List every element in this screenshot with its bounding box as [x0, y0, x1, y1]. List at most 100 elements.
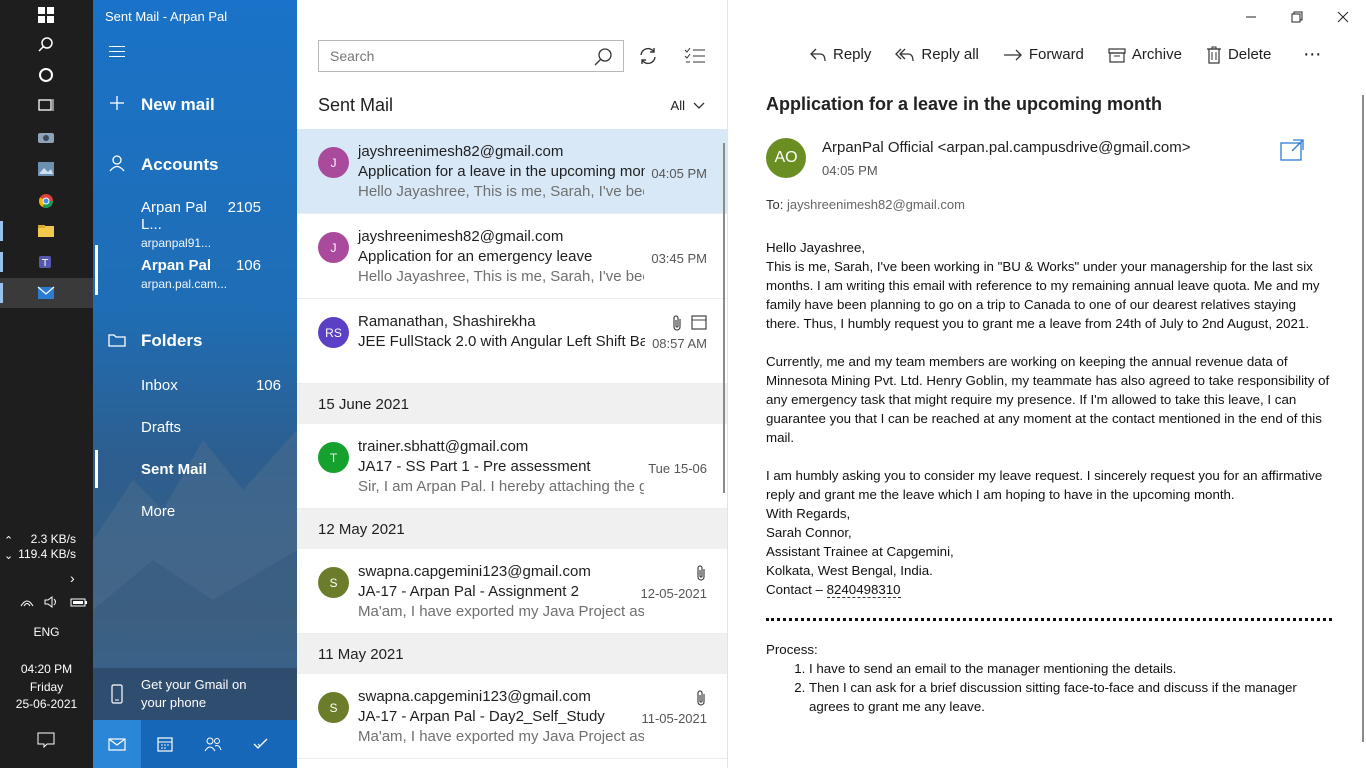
folder-sent-mail[interactable]: Sent Mail — [141, 461, 281, 478]
windows-start-icon[interactable] — [30, 3, 62, 27]
close-icon[interactable] — [1333, 8, 1353, 26]
volume-icon[interactable] — [44, 596, 60, 608]
folder-name: Sent Mail — [141, 461, 207, 478]
sender-avatar: RS — [318, 317, 349, 348]
accounts-button[interactable]: Accounts — [93, 152, 297, 178]
reading-pane-scrollbar[interactable] — [1362, 95, 1364, 742]
mail-app-icon[interactable] — [30, 281, 62, 305]
attachment-icon — [697, 690, 705, 706]
reading-pane: Reply Reply all Forward Archive Delete ⋯… — [729, 0, 1366, 768]
folder-title: Sent Mail — [318, 95, 394, 115]
message-time: 04:05 PM — [651, 166, 707, 181]
folders-label: Folders — [141, 331, 203, 350]
recipient-email[interactable]: jayshreenimesh82@gmail.com — [787, 197, 965, 212]
message-flags — [671, 314, 707, 332]
message-list-scrollbar[interactable] — [723, 143, 725, 493]
forward-label: Forward — [1028, 46, 1084, 63]
notification-center-icon[interactable] — [30, 728, 62, 752]
attachment-icon — [697, 565, 705, 581]
delete-button[interactable]: Delete — [1206, 44, 1271, 65]
todo-icon[interactable] — [237, 720, 285, 768]
show-hidden-icons-chevron-icon[interactable]: › — [70, 570, 75, 586]
open-in-new-window-icon[interactable] — [1279, 138, 1305, 162]
account-item-2[interactable]: Arpan Pal 106 arpan.pal.cam... — [141, 257, 291, 291]
sender-avatar: S — [318, 692, 349, 723]
message-row[interactable]: J jayshreenimesh82@gmail.com Application… — [297, 214, 727, 299]
minimize-icon[interactable] — [1241, 8, 1261, 26]
chevron-down-icon: ⌄ — [4, 550, 14, 562]
sender-avatar: T — [318, 442, 349, 473]
person-icon — [93, 154, 141, 177]
folder-drafts[interactable]: Drafts — [141, 419, 281, 436]
mail-icon[interactable] — [93, 720, 141, 768]
archive-icon — [1108, 47, 1126, 63]
message-sender: trainer.sbhatt@gmail.com — [358, 438, 529, 455]
archive-button[interactable]: Archive — [1108, 44, 1182, 65]
signature-line: Assistant Trainee at Capgemini, — [766, 544, 954, 559]
selection-mode-icon[interactable] — [684, 45, 706, 67]
folder-more[interactable]: More — [141, 503, 281, 520]
dotted-divider — [766, 618, 1332, 621]
plus-icon — [93, 95, 141, 116]
cortana-icon[interactable] — [30, 63, 62, 87]
hamburger-menu-icon[interactable] — [109, 46, 125, 60]
folder-inbox[interactable]: Inbox 106 — [141, 377, 281, 394]
message-row[interactable]: J jayshreenimesh82@gmail.com Application… — [297, 129, 727, 214]
chrome-icon[interactable] — [30, 189, 62, 213]
forward-button[interactable]: Forward — [1003, 44, 1084, 65]
reply-button[interactable]: Reply — [809, 44, 871, 65]
get-gmail-on-phone-promo[interactable]: Get your Gmail on your phone — [93, 668, 297, 720]
message-flags — [695, 564, 707, 582]
clock-date[interactable]: 25-06-2021 — [0, 697, 93, 712]
message-preview: Ma'am, I have exported my Java Project a… — [358, 728, 644, 745]
accounts-label: Accounts — [141, 155, 219, 174]
clock-time[interactable]: 04:20 PM — [0, 662, 93, 677]
search-icon[interactable] — [593, 47, 613, 67]
camera-icon[interactable] — [30, 125, 62, 149]
message-row[interactable]: S swapna.capgemini123@gmail.com JA-17 - … — [297, 674, 727, 759]
reply-all-button[interactable]: Reply all — [895, 44, 979, 65]
file-explorer-icon[interactable] — [30, 219, 62, 243]
message-row[interactable]: T trainer.sbhatt@gmail.com JA17 - SS Par… — [297, 424, 727, 509]
account-name: Arpan Pal — [141, 257, 212, 274]
teams-icon[interactable]: T — [30, 250, 62, 274]
chevron-up-icon: ⌃ — [4, 535, 14, 547]
filter-dropdown[interactable]: All — [671, 98, 705, 113]
message-subject: JEE FullStack 2.0 with Angular Left Shif… — [358, 333, 645, 350]
more-actions-icon[interactable]: ⋯ — [1303, 44, 1322, 65]
account-item-1[interactable]: Arpan Pal L... 2105 arpanpal91... — [141, 199, 291, 250]
trash-icon — [1206, 46, 1221, 64]
photos-icon[interactable] — [30, 157, 62, 181]
phone-icon — [93, 684, 141, 704]
message-row[interactable]: RS Ramanathan, Shashirekha JEE FullStack… — [297, 299, 727, 384]
folders-button[interactable]: Folders — [93, 328, 297, 354]
task-view-icon[interactable] — [30, 93, 62, 117]
window-title: Sent Mail - Arpan Pal — [105, 9, 228, 24]
battery-icon[interactable] — [70, 596, 88, 608]
sender-name[interactable]: ArpanPal Official <arpan.pal.campusdrive… — [822, 139, 1190, 156]
process-step: Then I can ask for a brief discussion si… — [809, 678, 1332, 716]
message-preview: Hello Jayashree, This is me, Sarah, I've… — [358, 268, 644, 285]
archive-label: Archive — [1131, 46, 1182, 63]
new-mail-button[interactable]: New mail — [93, 92, 297, 118]
contact-phone[interactable]: 8240498310 — [826, 582, 901, 598]
sync-icon[interactable] — [637, 45, 659, 67]
message-sender: swapna.capgemini123@gmail.com — [358, 688, 591, 705]
search-box[interactable]: Search — [318, 40, 624, 72]
signature-line: With Regards, — [766, 506, 851, 521]
people-icon[interactable] — [189, 720, 237, 768]
sender-avatar: AO — [766, 138, 806, 178]
clock-day[interactable]: Friday — [0, 680, 93, 695]
restore-icon[interactable] — [1287, 8, 1307, 26]
account-unread-count: 2105 — [227, 199, 261, 216]
account-name: Arpan Pal L... — [141, 199, 207, 233]
language-indicator[interactable]: ENG — [0, 625, 93, 640]
background-mountain-image — [93, 430, 297, 720]
message-row[interactable]: S swapna.capgemini123@gmail.com JA-17 - … — [297, 549, 727, 634]
search-icon[interactable] — [30, 33, 62, 57]
system-tray — [20, 596, 88, 608]
calendar-icon[interactable] — [141, 720, 189, 768]
account-unread-count: 106 — [235, 257, 261, 274]
wifi-icon[interactable] — [20, 596, 34, 608]
attachment-icon — [673, 315, 681, 331]
